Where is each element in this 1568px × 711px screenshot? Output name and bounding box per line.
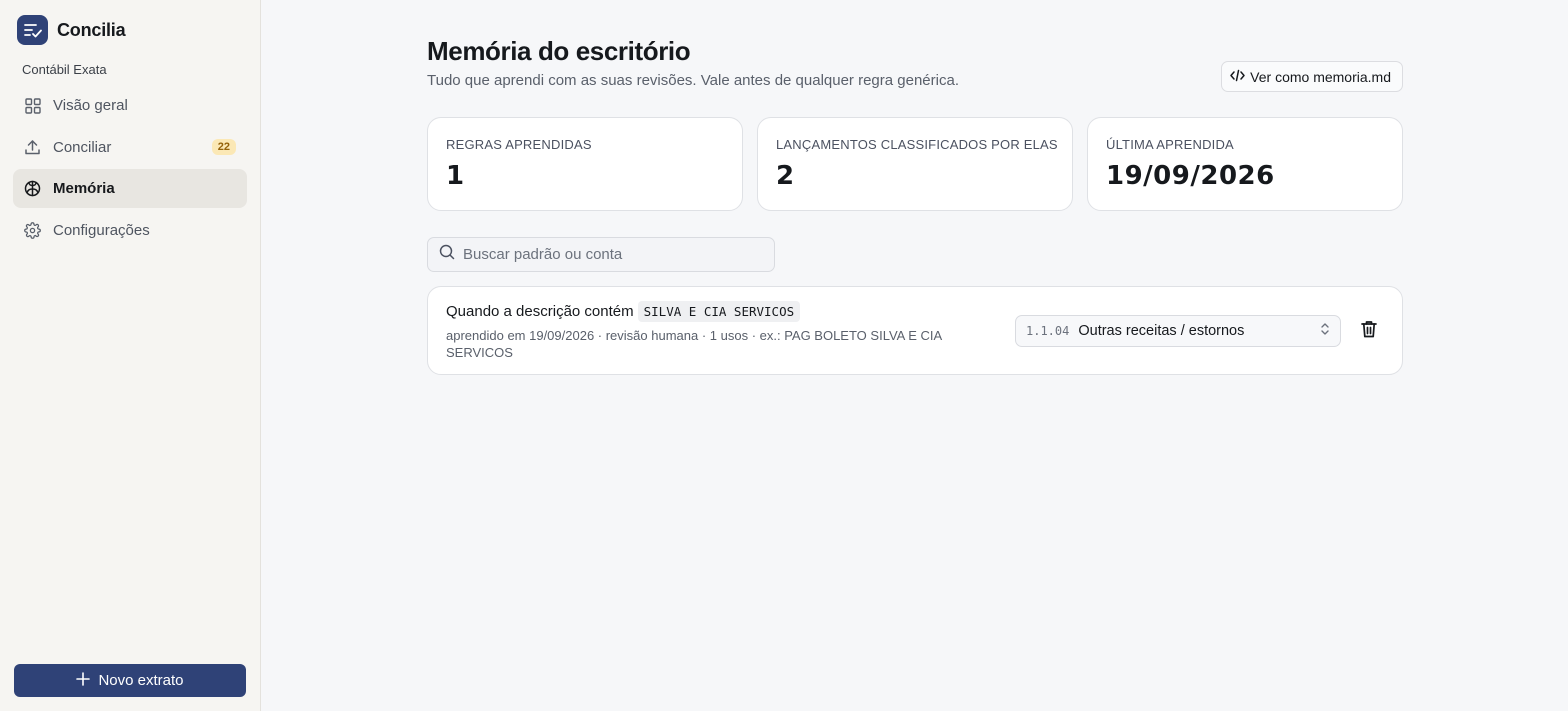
account-code: 1.1.04 [1026,324,1070,338]
page-subtitle: Tudo que aprendi com as suas revisões. V… [427,72,959,89]
code-icon [1230,69,1245,85]
sidebar-item-memoria[interactable]: Memória [13,169,247,208]
sidebar-item-configuracoes[interactable]: Configurações [13,211,247,250]
search-icon [439,244,455,265]
stat-value: 2 [776,161,795,191]
account-select[interactable]: 1.1.04 Outras receitas / estornos [1015,315,1341,347]
sidebar-item-label: Conciliar [53,138,112,156]
plus-icon [76,671,91,690]
new-statement-label: Novo extrato [98,672,184,689]
sidebar-item-label: Memória [53,180,115,197]
rule-prefix: Quando a descrição contém [446,303,634,320]
stat-label: LANÇAMENTOS CLASSIFICADOS POR ELAS [776,137,1058,152]
stats-row: REGRAS APRENDIDAS 1 LANÇAMENTOS CLASSIFI… [427,117,1403,211]
account-name: Outras receitas / estornos [1078,323,1245,339]
app-name: Concilia [57,19,126,40]
rule-pattern-code: SILVA E CIA SERVICOS [637,301,801,322]
sidebar: Concilia Contábil Exata Visão geral Conc… [0,0,261,711]
new-statement-button[interactable]: Novo extrato [14,664,246,697]
gear-icon [24,221,41,239]
search-box [427,237,775,272]
sidebar-item-conciliar[interactable]: Conciliar 22 [13,128,247,167]
stat-label: ÚLTIMA APRENDIDA [1106,137,1234,152]
trash-icon [1361,320,1377,343]
pending-count-badge: 22 [211,139,236,155]
grid-icon [24,97,41,114]
stat-value: 1 [446,161,465,191]
brain-icon [24,180,41,197]
view-as-markdown-label: Ver como memoria.md [1250,68,1391,85]
rule-pattern-line: Quando a descrição contém SILVA E CIA SE… [446,301,801,322]
page-title: Memória do escritório [427,36,691,66]
brand[interactable]: Concilia [17,15,126,45]
app-logo-icon [17,15,48,45]
view-as-markdown-button[interactable]: Ver como memoria.md [1221,61,1403,92]
rule-card: Quando a descrição contém SILVA E CIA SE… [427,286,1403,375]
stat-card-entries-classified: LANÇAMENTOS CLASSIFICADOS POR ELAS 2 [757,117,1073,211]
sidebar-item-label: Configurações [53,221,150,239]
stat-card-rules-learned: REGRAS APRENDIDAS 1 [427,117,743,211]
sidebar-item-label: Visão geral [53,97,128,114]
delete-rule-button[interactable] [1358,320,1380,342]
stat-card-last-learned: ÚLTIMA APRENDIDA 19/09/2026 [1087,117,1403,211]
search-input[interactable] [463,246,774,263]
rule-meta: aprendido em 19/09/2026 · revisão humana… [446,328,942,360]
stat-value: 19/09/2026 [1106,161,1275,191]
sidebar-nav: Visão geral Conciliar 22 Memória Configu… [13,86,247,252]
org-name: Contábil Exata [22,62,107,77]
upload-icon [24,139,41,156]
stat-label: REGRAS APRENDIDAS [446,137,592,152]
sidebar-item-visao-geral[interactable]: Visão geral [13,86,247,125]
chevron-up-down-icon [1320,322,1330,341]
